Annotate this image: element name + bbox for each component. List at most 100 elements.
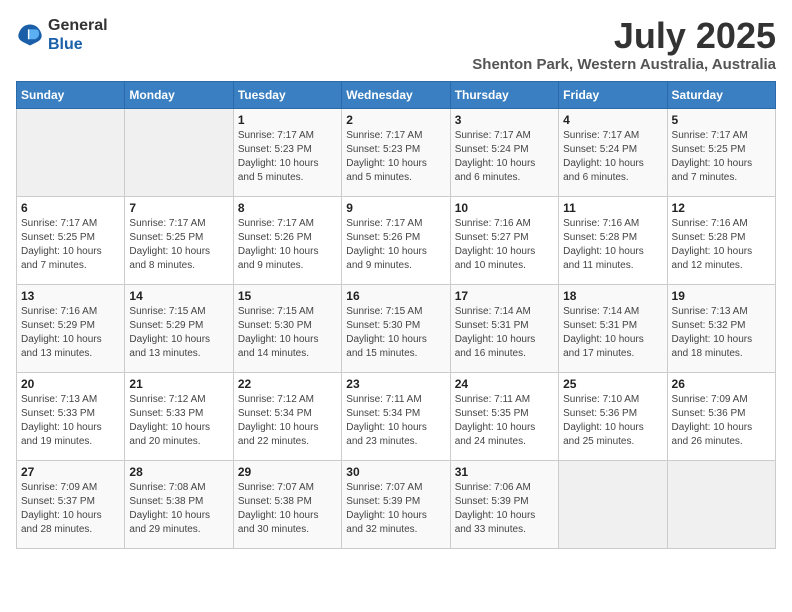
day-info: Sunrise: 7:15 AM Sunset: 5:30 PM Dayligh… <box>346 305 445 361</box>
day-number: 24 <box>455 377 554 391</box>
calendar-cell <box>125 108 233 196</box>
calendar-cell: 4Sunrise: 7:17 AM Sunset: 5:24 PM Daylig… <box>559 108 667 196</box>
day-number: 2 <box>346 113 445 127</box>
calendar-cell: 24 Sunrise: 7:11 AM Sunset: 5:35 PM Dayli… <box>450 372 558 460</box>
day-info: Sunrise: 7:07 AM Sunset: 5:39 PM Dayligh… <box>346 481 445 537</box>
calendar-cell: 14Sunrise: 7:15 AM Sunset: 5:29 PM Dayli… <box>125 284 233 372</box>
calendar-cell: 19 Sunrise: 7:13 AM Sunset: 5:32 PM Dayli… <box>667 284 775 372</box>
day-info: Sunrise: 7:17 AM Sunset: 5:25 PM Dayligh… <box>672 129 771 185</box>
day-number: 7 <box>129 201 228 215</box>
day-info: Sunrise: 7:12 AM Sunset: 5:34 PM Dayligh… <box>238 393 337 449</box>
day-info: Sunrise: 7:14 AM Sunset: 5:31 PM Dayligh… <box>563 305 662 361</box>
calendar-cell: 9 Sunrise: 7:17 AM Sunset: 5:26 PM Daylig… <box>342 196 450 284</box>
day-info: Sunrise: 7:10 AM Sunset: 5:36 PM Dayligh… <box>563 393 662 449</box>
day-of-week-header: Saturday <box>667 81 775 108</box>
day-number: 29 <box>238 465 337 479</box>
day-number: 5 <box>672 113 771 127</box>
day-of-week-header: Wednesday <box>342 81 450 108</box>
day-number: 17 <box>455 289 554 303</box>
day-number: 15 <box>238 289 337 303</box>
calendar-week-row: 20 Sunrise: 7:13 AM Sunset: 5:33 PM Dayli… <box>17 372 776 460</box>
logo-text: General Blue <box>48 16 108 54</box>
day-number: 14 <box>129 289 228 303</box>
day-info: Sunrise: 7:17 AM Sunset: 5:26 PM Dayligh… <box>346 217 445 273</box>
calendar-week-row: 1 Sunrise: 7:17 AM Sunset: 5:23 PM Daylig… <box>17 108 776 196</box>
calendar-cell <box>667 460 775 548</box>
day-number: 16 <box>346 289 445 303</box>
day-number: 22 <box>238 377 337 391</box>
calendar-cell: 26Sunrise: 7:09 AM Sunset: 5:36 PM Dayli… <box>667 372 775 460</box>
day-info: Sunrise: 7:16 AM Sunset: 5:28 PM Dayligh… <box>672 217 771 273</box>
day-number: 31 <box>455 465 554 479</box>
day-info: Sunrise: 7:16 AM Sunset: 5:28 PM Dayligh… <box>563 217 662 273</box>
calendar-cell: 30Sunrise: 7:07 AM Sunset: 5:39 PM Dayli… <box>342 460 450 548</box>
logo-general: General <box>48 17 108 34</box>
day-info: Sunrise: 7:16 AM Sunset: 5:29 PM Dayligh… <box>21 305 120 361</box>
day-number: 27 <box>21 465 120 479</box>
calendar-cell: 25 Sunrise: 7:10 AM Sunset: 5:36 PM Dayli… <box>559 372 667 460</box>
calendar-cell: 31 Sunrise: 7:06 AM Sunset: 5:39 PM Dayli… <box>450 460 558 548</box>
calendar-cell: 7Sunrise: 7:17 AM Sunset: 5:25 PM Daylig… <box>125 196 233 284</box>
calendar-cell <box>17 108 125 196</box>
day-of-week-header: Monday <box>125 81 233 108</box>
day-info: Sunrise: 7:13 AM Sunset: 5:33 PM Dayligh… <box>21 393 120 449</box>
day-info: Sunrise: 7:17 AM Sunset: 5:23 PM Dayligh… <box>238 129 337 185</box>
calendar-cell: 13Sunrise: 7:16 AM Sunset: 5:29 PM Dayli… <box>17 284 125 372</box>
calendar-cell: 1 Sunrise: 7:17 AM Sunset: 5:23 PM Daylig… <box>233 108 341 196</box>
day-number: 19 <box>672 289 771 303</box>
day-info: Sunrise: 7:11 AM Sunset: 5:34 PM Dayligh… <box>346 393 445 449</box>
day-number: 8 <box>238 201 337 215</box>
month-year: July 2025 <box>472 16 776 56</box>
day-number: 12 <box>672 201 771 215</box>
day-info: Sunrise: 7:17 AM Sunset: 5:26 PM Dayligh… <box>238 217 337 273</box>
day-info: Sunrise: 7:12 AM Sunset: 5:33 PM Dayligh… <box>129 393 228 449</box>
calendar-cell: 27Sunrise: 7:09 AM Sunset: 5:37 PM Dayli… <box>17 460 125 548</box>
calendar-cell: 20 Sunrise: 7:13 AM Sunset: 5:33 PM Dayli… <box>17 372 125 460</box>
calendar-cell: 2 Sunrise: 7:17 AM Sunset: 5:23 PM Daylig… <box>342 108 450 196</box>
day-info: Sunrise: 7:13 AM Sunset: 5:32 PM Dayligh… <box>672 305 771 361</box>
calendar-cell <box>559 460 667 548</box>
day-info: Sunrise: 7:08 AM Sunset: 5:38 PM Dayligh… <box>129 481 228 537</box>
day-number: 9 <box>346 201 445 215</box>
day-of-week-header: Tuesday <box>233 81 341 108</box>
calendar-cell: 17 Sunrise: 7:14 AM Sunset: 5:31 PM Dayli… <box>450 284 558 372</box>
day-number: 6 <box>21 201 120 215</box>
day-number: 21 <box>129 377 228 391</box>
day-info: Sunrise: 7:11 AM Sunset: 5:35 PM Dayligh… <box>455 393 554 449</box>
day-info: Sunrise: 7:17 AM Sunset: 5:24 PM Dayligh… <box>563 129 662 185</box>
calendar-cell: 3 Sunrise: 7:17 AM Sunset: 5:24 PM Daylig… <box>450 108 558 196</box>
day-of-week-header: Friday <box>559 81 667 108</box>
day-number: 25 <box>563 377 662 391</box>
day-number: 26 <box>672 377 771 391</box>
day-info: Sunrise: 7:07 AM Sunset: 5:38 PM Dayligh… <box>238 481 337 537</box>
calendar-cell: 22 Sunrise: 7:12 AM Sunset: 5:34 PM Dayli… <box>233 372 341 460</box>
day-info: Sunrise: 7:14 AM Sunset: 5:31 PM Dayligh… <box>455 305 554 361</box>
day-info: Sunrise: 7:17 AM Sunset: 5:23 PM Dayligh… <box>346 129 445 185</box>
day-of-week-header: Sunday <box>17 81 125 108</box>
logo-blue: Blue <box>48 36 83 53</box>
calendar-header-row: SundayMondayTuesdayWednesdayThursdayFrid… <box>17 81 776 108</box>
day-number: 23 <box>346 377 445 391</box>
calendar-cell: 28 Sunrise: 7:08 AM Sunset: 5:38 PM Dayli… <box>125 460 233 548</box>
calendar-cell: 15 Sunrise: 7:15 AM Sunset: 5:30 PM Dayli… <box>233 284 341 372</box>
day-number: 11 <box>563 201 662 215</box>
page-header: General Blue July 2025 Shenton Park, Wes… <box>16 16 776 73</box>
calendar-cell: 8 Sunrise: 7:17 AM Sunset: 5:26 PM Daylig… <box>233 196 341 284</box>
title-block: July 2025 Shenton Park, Western Australi… <box>472 16 776 73</box>
day-number: 1 <box>238 113 337 127</box>
day-number: 18 <box>563 289 662 303</box>
day-number: 20 <box>21 377 120 391</box>
day-info: Sunrise: 7:17 AM Sunset: 5:25 PM Dayligh… <box>21 217 120 273</box>
calendar-cell: 12 Sunrise: 7:16 AM Sunset: 5:28 PM Dayli… <box>667 196 775 284</box>
calendar: SundayMondayTuesdayWednesdayThursdayFrid… <box>16 81 776 549</box>
day-info: Sunrise: 7:15 AM Sunset: 5:30 PM Dayligh… <box>238 305 337 361</box>
day-number: 28 <box>129 465 228 479</box>
day-info: Sunrise: 7:06 AM Sunset: 5:39 PM Dayligh… <box>455 481 554 537</box>
day-info: Sunrise: 7:17 AM Sunset: 5:24 PM Dayligh… <box>455 129 554 185</box>
calendar-cell: 21 Sunrise: 7:12 AM Sunset: 5:33 PM Dayli… <box>125 372 233 460</box>
calendar-cell: 18 Sunrise: 7:14 AM Sunset: 5:31 PM Dayli… <box>559 284 667 372</box>
day-number: 3 <box>455 113 554 127</box>
calendar-cell: 10Sunrise: 7:16 AM Sunset: 5:27 PM Dayli… <box>450 196 558 284</box>
calendar-week-row: 6 Sunrise: 7:17 AM Sunset: 5:25 PM Daylig… <box>17 196 776 284</box>
day-of-week-header: Thursday <box>450 81 558 108</box>
